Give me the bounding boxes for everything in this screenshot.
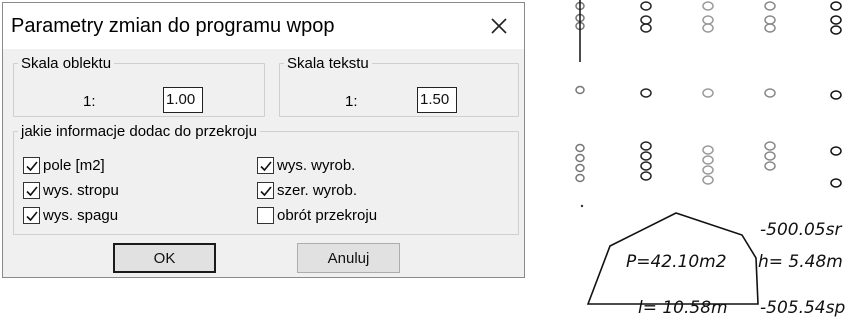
checkbox-szer-wyrob[interactable]: szer. wyrob. — [257, 182, 357, 199]
width-label: l= 10.58m — [638, 298, 728, 318]
info-options-legend: jakie informacje dodac do przekroju — [21, 123, 257, 140]
checkbox-szer-wyrob-box[interactable] — [257, 182, 274, 199]
dialog-body: Skala oblektu 1: 1.00 Skala tekstu 1: 1.… — [3, 49, 524, 277]
close-button[interactable] — [480, 9, 518, 43]
checkbox-pole-box[interactable] — [23, 157, 40, 174]
dialog-title: Parametry zmian do programu wpop — [11, 15, 335, 37]
point-markers-col2 — [640, 1, 652, 181]
scale-object-group: Skala oblektu — [13, 55, 265, 117]
close-icon — [491, 18, 507, 34]
dialog-window: Parametry zmian do programu wpop Skala o… — [2, 2, 525, 278]
checkbox-wys-spagu[interactable]: wys. spagu — [23, 207, 118, 224]
checkbox-wys-wyrob-box[interactable] — [257, 157, 274, 174]
check-icon — [25, 160, 38, 171]
checkbox-wys-spagu-box[interactable] — [23, 207, 40, 224]
check-icon — [25, 210, 38, 221]
check-icon — [25, 185, 38, 196]
height-label: h= 5.48m — [758, 252, 843, 272]
checkbox-wys-wyrob-label: wys. wyrob. — [277, 157, 356, 174]
point-dot — [580, 204, 584, 208]
scale-text-legend: Skala tekstu — [287, 55, 369, 72]
scale-text-input[interactable]: 1.50 — [417, 87, 457, 113]
cross-section-drawing: -500.05sr P=42.10m2 h= 5.48m l= 10.58m -… — [560, 0, 853, 323]
checkbox-wys-wyrob[interactable]: wys. wyrob. — [257, 157, 355, 174]
point-markers-col4 — [764, 1, 776, 171]
scale-object-legend: Skala oblektu — [21, 55, 112, 72]
checkbox-obrot[interactable]: obrót przekroju — [257, 207, 377, 224]
top-level-label: -500.05sr — [760, 220, 842, 240]
bottom-level-label: -505.54sp — [760, 298, 846, 318]
checkbox-obrot-label: obrót przekroju — [277, 207, 378, 224]
cancel-button[interactable]: Anuluj — [297, 243, 400, 273]
scale-object-input[interactable]: 1.00 — [163, 87, 203, 113]
title-bar[interactable]: Parametry zmian do programu wpop — [3, 3, 524, 49]
checkbox-obrot-box[interactable] — [257, 207, 274, 224]
scale-object-prefix: 1: — [83, 93, 96, 110]
scale-text-prefix: 1: — [345, 93, 358, 110]
scale-text-group: Skala tekstu — [279, 55, 519, 117]
area-label: P=42.10m2 — [626, 252, 727, 272]
point-markers-col3 — [702, 1, 714, 185]
checkbox-wys-stropu-label: wys. stropu — [43, 182, 119, 199]
checkbox-wys-stropu-box[interactable] — [23, 182, 40, 199]
checkbox-wys-spagu-label: wys. spagu — [43, 207, 119, 224]
checkbox-pole[interactable]: pole [m2] — [23, 157, 105, 174]
drawing-canvas — [575, 0, 842, 305]
checkbox-pole-label: pole [m2] — [43, 157, 105, 174]
ok-button[interactable]: OK — [113, 243, 216, 273]
check-icon — [259, 185, 272, 196]
checkbox-szer-wyrob-label: szer. wyrob. — [277, 182, 358, 199]
point-markers-col5 — [830, 1, 842, 188]
check-icon — [259, 160, 272, 171]
checkbox-wys-stropu[interactable]: wys. stropu — [23, 182, 119, 199]
